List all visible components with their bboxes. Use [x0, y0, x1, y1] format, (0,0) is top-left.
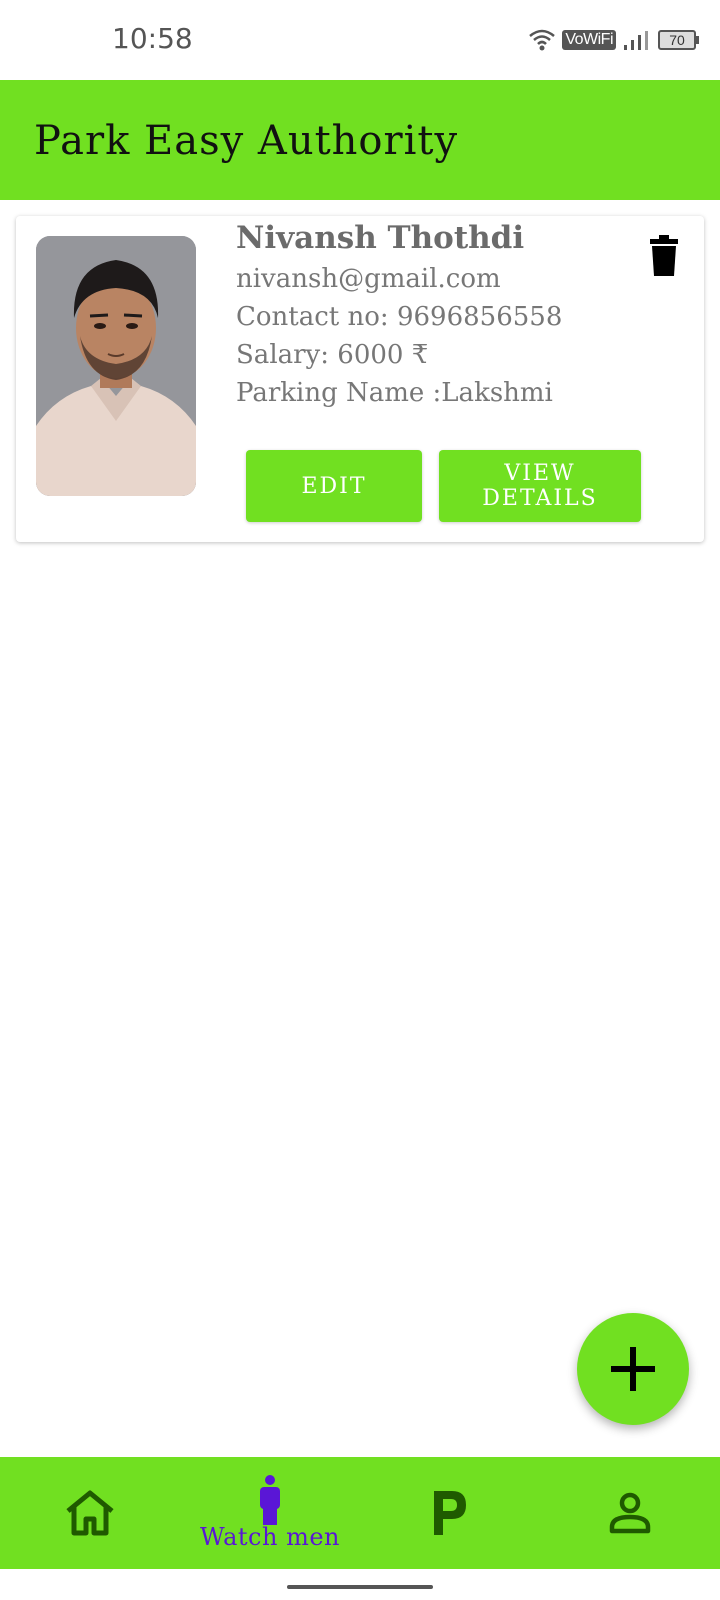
- plus-icon: [611, 1347, 655, 1391]
- edit-button[interactable]: EDIT: [246, 450, 422, 522]
- profile-photo: [36, 236, 196, 496]
- watchman-email: nivansh@gmail.com: [236, 264, 501, 294]
- battery-icon: 70: [658, 30, 699, 50]
- nav-item-home[interactable]: [0, 1457, 180, 1569]
- view-details-button[interactable]: VIEW DETAILS: [439, 450, 641, 522]
- bottom-nav: Watch men: [0, 1457, 720, 1569]
- watchman-salary: Salary: 6000 ₹: [236, 340, 429, 370]
- watchman-card: Nivansh Thothdi nivansh@gmail.com Contac…: [16, 216, 704, 542]
- nav-item-watch-men[interactable]: Watch men: [180, 1457, 360, 1569]
- person-standing-icon: [260, 1475, 280, 1525]
- delete-button[interactable]: [646, 234, 682, 278]
- app-bar: Park Easy Authority: [0, 80, 720, 200]
- status-bar: 10:58 VoWiFi 70: [0, 0, 720, 80]
- add-watchman-button[interactable]: [577, 1313, 689, 1425]
- vowifi-badge: VoWiFi: [562, 30, 616, 50]
- watchman-name: Nivansh Thothdi: [236, 220, 525, 256]
- status-icons: VoWiFi 70: [528, 28, 699, 52]
- parking-icon: [434, 1491, 466, 1535]
- status-time: 10:58: [112, 22, 193, 55]
- home-icon: [66, 1490, 114, 1536]
- account-icon: [609, 1492, 651, 1534]
- wifi-icon: [529, 29, 556, 51]
- signal-icon: [624, 31, 648, 50]
- nav-label-watch-men: Watch men: [200, 1523, 340, 1551]
- trash-icon: [650, 235, 678, 276]
- nav-item-parking[interactable]: [360, 1457, 540, 1569]
- watchman-contact: Contact no: 9696856558: [236, 302, 563, 332]
- nav-item-profile[interactable]: [540, 1457, 720, 1569]
- watchman-parking-name: Parking Name :Lakshmi: [236, 378, 553, 408]
- gesture-bar[interactable]: [287, 1585, 433, 1589]
- page-title: Park Easy Authority: [34, 118, 459, 164]
